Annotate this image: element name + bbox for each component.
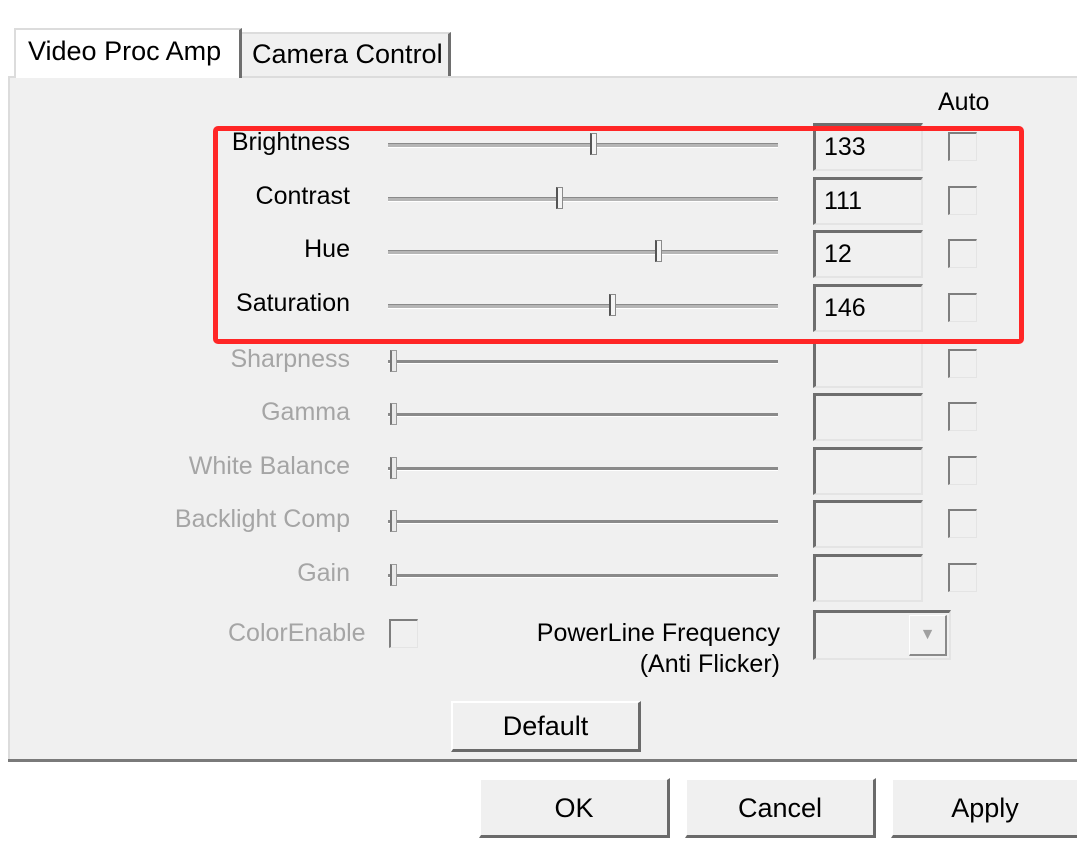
property-value-field[interactable] (813, 393, 923, 441)
camera-properties-dialog: Video Proc Amp Camera Control Auto Brigh… (0, 0, 1077, 843)
property-slider[interactable] (388, 574, 778, 578)
auto-checkbox[interactable] (948, 402, 977, 431)
auto-checkbox[interactable] (948, 293, 977, 322)
color-enable-label: ColorEnable (228, 619, 366, 647)
slider-thumb[interactable] (390, 457, 397, 479)
property-slider[interactable] (388, 143, 778, 148)
property-value-field[interactable]: 12 (813, 230, 923, 278)
property-slider[interactable] (388, 520, 778, 524)
apply-button[interactable]: Apply (891, 778, 1077, 838)
property-slider[interactable] (388, 467, 778, 471)
property-value-field[interactable] (813, 447, 923, 495)
auto-checkbox[interactable] (948, 239, 977, 268)
auto-checkbox[interactable] (948, 509, 977, 538)
property-value-field[interactable]: 146 (813, 284, 923, 332)
powerline-frequency-label: PowerLine Frequency (Anti Flicker) (470, 618, 780, 680)
ok-button[interactable]: OK (479, 778, 670, 838)
slider-thumb[interactable] (609, 294, 616, 316)
property-label: White Balance (188, 452, 350, 480)
color-enable-checkbox[interactable] (389, 619, 418, 648)
auto-checkbox[interactable] (948, 132, 977, 161)
default-button[interactable]: Default (451, 701, 641, 752)
slider-thumb[interactable] (655, 240, 662, 262)
property-label: Backlight Comp (174, 505, 350, 533)
slider-thumb[interactable] (390, 403, 397, 425)
property-value-field[interactable]: 111 (813, 177, 923, 225)
auto-header: Auto (938, 88, 990, 116)
tab-video-proc-amp[interactable]: Video Proc Amp (14, 28, 242, 78)
property-label: Gain (297, 559, 350, 587)
slider-thumb[interactable] (556, 187, 563, 209)
property-value-field[interactable] (813, 340, 923, 388)
auto-checkbox[interactable] (948, 186, 977, 215)
slider-thumb[interactable] (390, 564, 397, 586)
property-value-field[interactable] (813, 500, 923, 548)
property-label: Saturation (236, 289, 350, 317)
property-slider[interactable] (388, 360, 778, 364)
chevron-down-icon[interactable]: ▼ (909, 615, 947, 656)
panel-bottom-border (8, 759, 1077, 762)
powerline-frequency-dropdown[interactable]: ▼ (813, 610, 951, 660)
slider-thumb[interactable] (390, 510, 397, 532)
cancel-button[interactable]: Cancel (685, 778, 876, 838)
property-slider[interactable] (388, 250, 778, 255)
slider-thumb[interactable] (390, 350, 397, 372)
powerline-label-line1: PowerLine Frequency (536, 619, 780, 647)
property-label: Sharpness (230, 345, 350, 373)
auto-checkbox[interactable] (948, 456, 977, 485)
slider-thumb[interactable] (590, 133, 597, 155)
property-label: Hue (304, 235, 350, 263)
tab-video-proc-amp-label: Video Proc Amp (28, 36, 222, 66)
tab-camera-control[interactable]: Camera Control (240, 32, 451, 76)
auto-checkbox[interactable] (948, 349, 977, 378)
property-slider[interactable] (388, 304, 778, 309)
property-value-field[interactable] (813, 554, 923, 602)
tab-camera-control-label: Camera Control (252, 39, 443, 69)
property-slider[interactable] (388, 413, 778, 417)
property-label: Brightness (231, 128, 350, 156)
property-slider[interactable] (388, 197, 778, 202)
property-label: Contrast (255, 182, 350, 210)
property-value-field[interactable]: 133 (813, 123, 923, 171)
property-label: Gamma (261, 398, 350, 426)
auto-checkbox[interactable] (948, 563, 977, 592)
powerline-label-line2: (Anti Flicker) (639, 650, 780, 678)
